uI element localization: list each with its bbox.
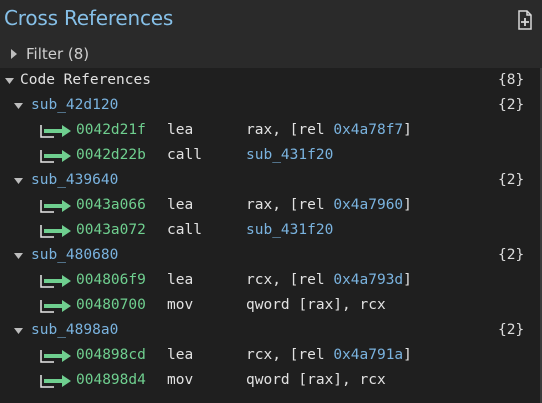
xref-row[interactable]: 0043a072 call sub_431f20 (0, 218, 540, 243)
xref-row[interactable]: 0042d21f lea rax, [rel 0x4a78f7] (0, 118, 540, 143)
xref-row[interactable]: 0042d22b call sub_431f20 (0, 143, 540, 168)
filter-label: Filter (8) (26, 45, 90, 63)
operand-tail: ] (403, 122, 412, 138)
collapse-triangle-icon[interactable] (5, 78, 14, 84)
xref-mnemonic: lea (167, 197, 194, 213)
operand-symbol[interactable]: 0x4a791a (333, 347, 403, 363)
xref-address: 0043a066 (76, 197, 146, 213)
xref-row[interactable]: 00480700 mov qword [rax], rcx (0, 293, 540, 318)
xref-mnemonic: lea (167, 122, 194, 138)
xref-arrow-icon (40, 150, 71, 163)
operand-symbol[interactable]: sub_431f20 (246, 147, 333, 163)
panel-title: Cross References (4, 6, 174, 30)
xref-arrow-icon (40, 350, 71, 363)
xref-mnemonic: lea (167, 347, 194, 363)
expand-triangle-icon (11, 49, 17, 59)
function-name: sub_480680 (31, 247, 119, 263)
xref-operands: rcx, [rel 0x4a793d] (246, 268, 412, 293)
xref-arrow-icon (40, 375, 71, 388)
code-references-label: Code References (20, 72, 151, 88)
function-ref-count: {2} (498, 322, 525, 338)
function-ref-count: {2} (498, 172, 525, 188)
xref-operands: sub_431f20 (246, 218, 333, 243)
function-group-row[interactable]: sub_42d120 {2} (0, 93, 540, 118)
cross-references-panel: Cross References Filter (8) Code Referen… (0, 0, 542, 403)
function-name: sub_4898a0 (31, 322, 119, 338)
xref-row[interactable]: 004898cd lea rcx, [rel 0x4a791a] (0, 343, 540, 368)
operand-text: rcx, [rel (246, 347, 334, 363)
collapse-triangle-icon[interactable] (14, 253, 23, 259)
xref-address: 004806f9 (76, 272, 146, 288)
xref-mnemonic: mov (167, 372, 194, 388)
xref-mnemonic: call (167, 222, 202, 238)
collapse-triangle-icon[interactable] (14, 328, 23, 334)
xref-mnemonic: mov (167, 297, 194, 313)
xref-arrow-icon (40, 225, 71, 238)
xref-operands: rax, [rel 0x4a78f7] (246, 118, 412, 143)
operand-text: qword [rax], rcx (246, 297, 386, 313)
operand-tail: ] (403, 347, 412, 363)
xref-operands: rax, [rel 0x4a7960] (246, 193, 412, 218)
operand-text: rax, [rel (246, 197, 334, 213)
operand-tail: ] (403, 272, 412, 288)
xref-operands: rcx, [rel 0x4a791a] (246, 343, 412, 368)
function-ref-count: {2} (498, 97, 525, 113)
xref-arrow-icon (40, 200, 71, 213)
code-references-count: {8} (498, 72, 525, 88)
xref-row[interactable]: 004806f9 lea rcx, [rel 0x4a793d] (0, 268, 540, 293)
xref-address: 00480700 (76, 297, 146, 313)
operand-symbol[interactable]: 0x4a793d (333, 272, 403, 288)
xref-arrow-icon (40, 300, 71, 313)
xref-address: 0042d22b (76, 147, 146, 163)
operand-text: qword [rax], rcx (246, 372, 386, 388)
xref-row[interactable]: 0043a066 lea rax, [rel 0x4a7960] (0, 193, 540, 218)
code-references-header[interactable]: Code References {8} (0, 68, 540, 93)
xref-address: 0043a072 (76, 222, 146, 238)
function-name: sub_439640 (31, 172, 119, 188)
xref-address: 004898cd (76, 347, 146, 363)
collapse-triangle-icon[interactable] (14, 103, 23, 109)
xref-mnemonic: call (167, 147, 202, 163)
xref-operands: qword [rax], rcx (246, 368, 386, 393)
function-group-row[interactable]: sub_439640 {2} (0, 168, 540, 193)
xref-row[interactable]: 004898d4 mov qword [rax], rcx (0, 368, 540, 393)
operand-symbol[interactable]: 0x4a7960 (333, 197, 403, 213)
operand-symbol[interactable]: sub_431f20 (246, 222, 333, 238)
xref-address: 0042d21f (76, 122, 146, 138)
collapse-triangle-icon[interactable] (14, 178, 23, 184)
references-tree[interactable]: Code References {8} sub_42d120 {2} 0042d21f l… (0, 68, 540, 403)
operand-text: rcx, [rel (246, 272, 334, 288)
operand-tail: ] (403, 197, 412, 213)
function-group-row[interactable]: sub_4898a0 {2} (0, 318, 540, 343)
function-group-row[interactable]: sub_480680 {2} (0, 243, 540, 268)
xref-operands: sub_431f20 (246, 143, 333, 168)
xref-address: 004898d4 (76, 372, 146, 388)
operand-text: rax, [rel (246, 122, 334, 138)
xref-arrow-icon (40, 275, 71, 288)
operand-symbol[interactable]: 0x4a78f7 (333, 122, 403, 138)
new-file-icon[interactable] (516, 10, 534, 30)
function-name: sub_42d120 (31, 97, 119, 113)
xref-arrow-icon (40, 125, 71, 138)
function-ref-count: {2} (498, 247, 525, 263)
xref-operands: qword [rax], rcx (246, 293, 386, 318)
xref-mnemonic: lea (167, 272, 194, 288)
filter-toggle[interactable]: Filter (8) (0, 43, 542, 67)
